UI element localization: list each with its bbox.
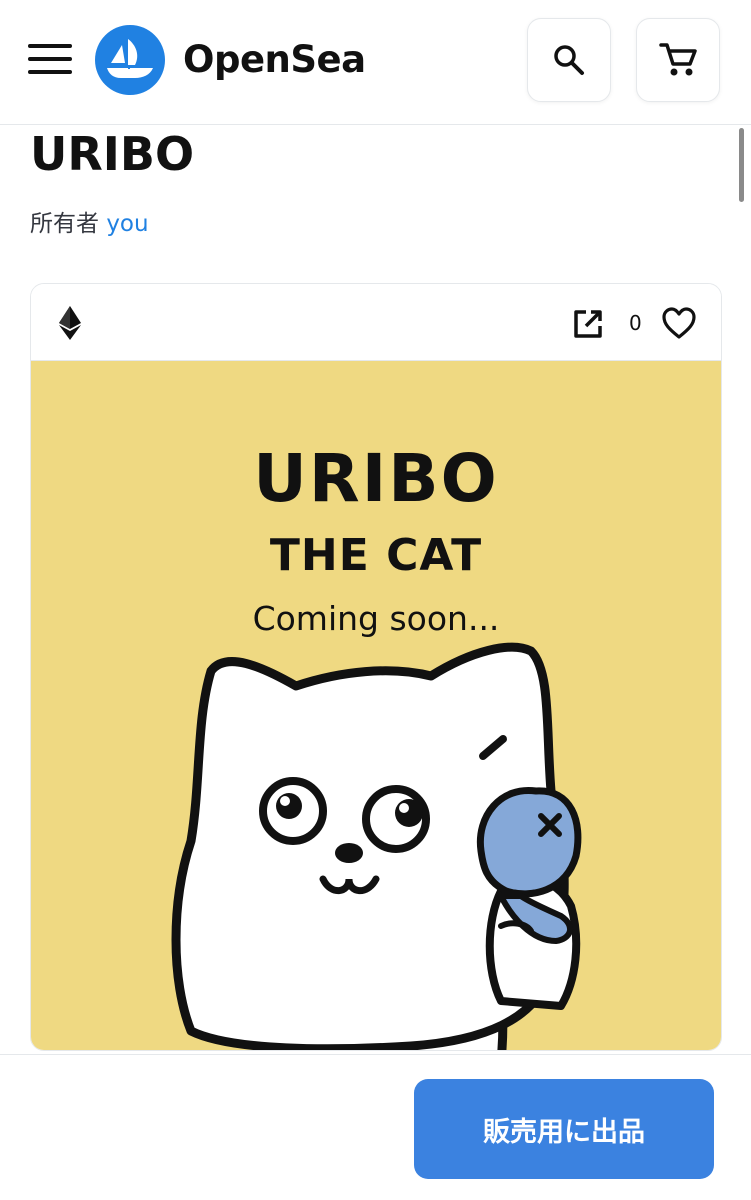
artwork-subtitle: THE CAT: [269, 530, 483, 581]
brand-name[interactable]: OpenSea: [183, 37, 366, 83]
artwork-caption: Coming soon...: [252, 599, 500, 638]
asset-page: OpenSea URIBO 所有者 you 0 URIBO THE CAT Co…: [0, 0, 751, 1200]
scrollbar-thumb[interactable]: [739, 128, 744, 202]
bottom-action-bar: 販売用に出品: [0, 1054, 751, 1200]
owner-link[interactable]: you: [106, 211, 148, 237]
sell-button[interactable]: 販売用に出品: [414, 1079, 714, 1179]
item-card: 0 URIBO THE CAT Coming soon...: [30, 283, 722, 1051]
favorite-count: 0: [629, 311, 642, 335]
hamburger-menu-icon[interactable]: [28, 42, 74, 76]
heart-outline-icon[interactable]: [661, 306, 697, 340]
cat-illustration: [171, 642, 582, 1050]
search-icon: [554, 45, 584, 75]
cart-icon: [659, 43, 697, 76]
search-button[interactable]: [527, 18, 611, 102]
external-link-icon[interactable]: [572, 308, 604, 340]
artwork-title: URIBO: [253, 440, 499, 517]
opensea-logo-icon[interactable]: [95, 25, 165, 95]
item-title: URIBO: [30, 127, 195, 181]
owner-line: 所有者 you: [30, 208, 149, 240]
card-toolbar: 0: [31, 284, 721, 361]
cart-button[interactable]: [636, 18, 720, 102]
nft-artwork[interactable]: URIBO THE CAT Coming soon...: [31, 361, 721, 1050]
top-nav: OpenSea: [0, 0, 751, 125]
ethereum-icon: [59, 306, 81, 340]
owner-label: 所有者: [30, 211, 99, 237]
